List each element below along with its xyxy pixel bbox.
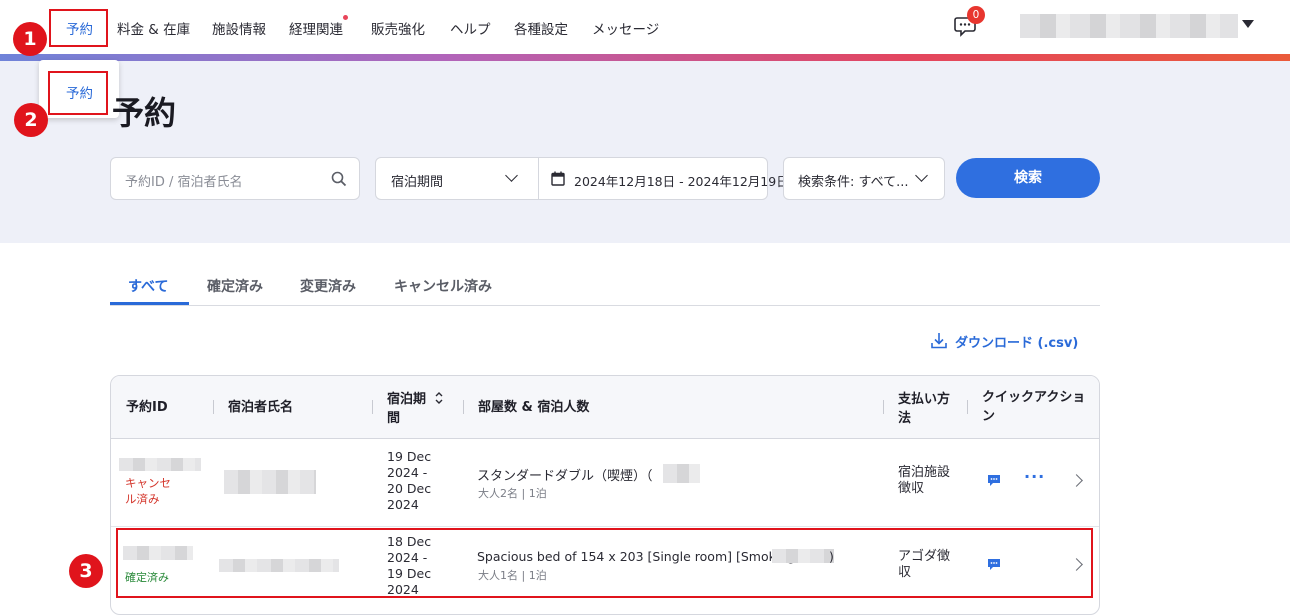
stay-period: 19 Dec 2024 - 20 Dec 2024: [387, 449, 432, 512]
guest-name-redacted: [224, 470, 316, 494]
header-separator: [213, 400, 214, 414]
room-code-redacted: [663, 464, 700, 483]
nav-item-promotions[interactable]: 販売強化: [371, 18, 425, 38]
date-type-select[interactable]: 宿泊期間: [376, 158, 539, 199]
tab-confirmed[interactable]: 確定済み: [207, 276, 263, 296]
search-input[interactable]: 予約ID / 宿泊者氏名: [110, 157, 360, 200]
chevron-down-icon: [915, 169, 928, 182]
table-header: 予約ID 宿泊者氏名 宿泊期間 部屋数 & 宿泊人数 支払い方法 クイックアクシ…: [111, 376, 1099, 439]
notification-badge: 0: [967, 6, 985, 24]
reservation-id-redacted: [119, 458, 201, 471]
chevron-right-icon[interactable]: [1070, 474, 1083, 487]
date-filter: 宿泊期間 2024年12月18日 - 2024年12月19日: [375, 157, 789, 200]
header-separator: [883, 400, 884, 414]
search-placeholder: 予約ID / 宿泊者氏名: [125, 175, 243, 190]
more-options-icon[interactable]: ···: [1024, 467, 1045, 486]
room-name: スタンダードダブル（喫煙）（: [477, 469, 653, 484]
tab-modified[interactable]: 変更済み: [300, 276, 356, 296]
annotation-step-3: 3: [69, 554, 103, 588]
header-reservation-id: 予約ID: [126, 400, 168, 415]
nav-item-finance[interactable]: 経理関連: [289, 18, 343, 38]
nav-item-property-info[interactable]: 施設情報: [212, 18, 266, 38]
row-divider: [111, 526, 1099, 527]
header-payment-method: 支払い方法: [898, 392, 951, 426]
payment-method: 宿泊施設徴収: [898, 465, 951, 496]
calendar-icon[interactable]: [551, 171, 565, 186]
header-stay-period[interactable]: 宿泊期間: [387, 390, 429, 428]
search-button[interactable]: 検索: [956, 158, 1100, 198]
annotation-step-1: 1: [13, 22, 47, 56]
search-conditions-select[interactable]: 検索条件: すべて...: [783, 157, 945, 200]
nav-item-rates-inventory[interactable]: 料金 & 在庫: [117, 18, 190, 38]
tab-active-indicator: [110, 302, 189, 305]
annotation-highlight-nav: [49, 9, 108, 47]
date-range-value[interactable]: 2024年12月18日 - 2024年12月19日: [574, 171, 789, 190]
guest-count: 大人2名 | 1泊: [478, 487, 547, 500]
header-guest-name: 宿泊者氏名: [228, 400, 294, 415]
search-icon: [331, 171, 347, 187]
nav-item-settings[interactable]: 各種設定: [514, 18, 568, 38]
download-csv-link[interactable]: ダウンロード (.csv): [955, 332, 1078, 351]
message-icon[interactable]: [987, 474, 1001, 487]
search-conditions-label: 検索条件: すべて...: [798, 175, 909, 190]
user-account-name[interactable]: [1020, 14, 1238, 38]
tab-all[interactable]: すべて: [128, 276, 168, 296]
header-separator: [967, 400, 968, 414]
annotation-step-2: 2: [14, 103, 48, 137]
status-badge-cancelled: キャンセル済み: [125, 476, 171, 506]
tab-cancelled[interactable]: キャンセル済み: [394, 276, 492, 296]
sort-icon[interactable]: [435, 391, 443, 405]
top-navigation: 予約 料金 & 在庫 施設情報 経理関連 販売強化 ヘルプ 各種設定 メッセージ…: [0, 0, 1290, 54]
brand-gradient-bar: [0, 54, 1290, 61]
nav-notification-dot: [343, 15, 348, 20]
nav-item-messages[interactable]: メッセージ: [592, 18, 659, 38]
date-type-label: 宿泊期間: [391, 175, 444, 190]
annotation-highlight-row: [116, 528, 1093, 598]
page-title: 予約: [112, 94, 177, 132]
chevron-down-icon: [505, 169, 518, 182]
tab-divider: [110, 305, 1100, 306]
caret-down-icon[interactable]: [1242, 20, 1254, 28]
nav-item-help[interactable]: ヘルプ: [450, 18, 491, 38]
header-separator: [372, 400, 373, 414]
download-icon[interactable]: [931, 332, 947, 349]
annotation-highlight-dropdown: [48, 71, 108, 115]
header-separator: [463, 400, 464, 414]
header-rooms-guests: 部屋数 & 宿泊人数: [478, 400, 590, 415]
header-background: [0, 61, 1290, 243]
header-quick-actions: クイックアクション: [982, 390, 1086, 424]
